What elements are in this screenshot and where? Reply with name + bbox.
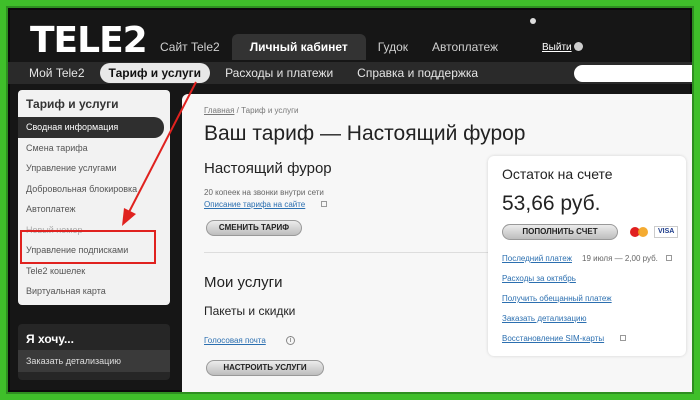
mastercard-icon [630, 226, 650, 238]
balance-amount: 53,66 руб. [502, 192, 601, 215]
sim-restore-link[interactable]: Восстановление SIM-карты [502, 334, 604, 343]
sidebar-item-autopay[interactable]: Автоплатеж [18, 199, 170, 220]
top-nav: Сайт Tele2 Личный кабинет Гудок Автоплат… [148, 34, 510, 60]
page-title: Ваш тариф — Настоящий фурор [204, 122, 526, 145]
promised-payment-link[interactable]: Получить обещанный платеж [502, 294, 612, 303]
breadcrumb-home[interactable]: Главная [204, 106, 234, 115]
sub-nav-tariff[interactable]: Тариф и услуги [99, 63, 211, 83]
breadcrumb-current: Тариф и услуги [241, 106, 299, 115]
services-title: Мои услуги [204, 274, 283, 291]
visa-icon: VISA [654, 226, 679, 238]
sidebar-item-virtual-card[interactable]: Виртуальная карта [18, 281, 170, 302]
sidebar: Тариф и услуги Сводная информация Смена … [18, 90, 170, 305]
external-link-icon [620, 335, 626, 341]
highlight-box [20, 230, 156, 264]
info-icon[interactable]: i [286, 336, 295, 345]
payment-cards: VISA [630, 226, 679, 238]
sidebar-item-blocking[interactable]: Добровольная блокировка [18, 179, 170, 200]
top-nav-site[interactable]: Сайт Tele2 [148, 34, 232, 60]
search-input[interactable] [574, 65, 692, 82]
sidebar-item-change-tariff[interactable]: Смена тарифа [18, 138, 170, 159]
balance-panel: Остаток на счете 53,66 руб. ПОПОЛНИТЬ СЧ… [488, 156, 686, 356]
breadcrumb: Главная / Тариф и услуги [204, 106, 298, 115]
logout-icon[interactable] [574, 42, 583, 51]
tele2-logo[interactable]: TELE2 [30, 20, 148, 61]
sub-nav-expenses[interactable]: Расходы и платежи [216, 63, 342, 83]
balance-title: Остаток на счете [502, 166, 613, 182]
main-content: Главная / Тариф и услуги Ваш тариф — Нас… [182, 94, 692, 392]
external-link-icon [321, 201, 327, 207]
last-payment-link[interactable]: Последний платеж [502, 254, 572, 263]
top-nav-cabinet[interactable]: Личный кабинет [231, 34, 366, 60]
logout-link[interactable]: Выйти [542, 42, 572, 53]
topup-button[interactable]: ПОПОЛНИТЬ СЧЕТ [502, 224, 618, 240]
want-order-details[interactable]: Заказать детализацию [18, 350, 170, 372]
sidebar-title: Тариф и услуги [26, 97, 119, 111]
sub-nav-my-tele2[interactable]: Мой Tele2 [20, 63, 94, 83]
external-link-icon [666, 255, 672, 261]
user-icon [530, 18, 536, 24]
top-nav-gudok[interactable]: Гудок [366, 34, 420, 60]
screenshot-frame: TELE2 Сайт Tele2 Личный кабинет Гудок Ав… [6, 6, 694, 394]
packages-title: Пакеты и скидки [204, 304, 296, 318]
top-nav-autopay[interactable]: Автоплатеж [420, 34, 510, 60]
configure-services-button[interactable]: НАСТРОИТЬ УСЛУГИ [206, 360, 324, 376]
tariff-description: 20 копеек на звонки внутри сети [204, 188, 324, 197]
tariff-name: Настоящий фурор [204, 160, 332, 177]
sidebar-item-summary[interactable]: Сводная информация [18, 117, 164, 138]
voicemail-link[interactable]: Голосовая почта [204, 336, 266, 345]
want-panel: Я хочу... Заказать детализацию [18, 324, 170, 380]
change-tariff-button[interactable]: СМЕНИТЬ ТАРИФ [206, 220, 302, 236]
last-payment-detail: 19 июля — 2,00 руб. [582, 254, 658, 263]
expenses-link[interactable]: Расходы за октябрь [502, 274, 576, 283]
tariff-description-link[interactable]: Описание тарифа на сайте [204, 200, 305, 209]
sub-nav-help[interactable]: Справка и поддержка [348, 63, 487, 83]
sidebar-item-manage-services[interactable]: Управление услугами [18, 158, 170, 179]
want-title: Я хочу... [26, 332, 74, 346]
order-details-link[interactable]: Заказать детализацию [502, 314, 587, 323]
